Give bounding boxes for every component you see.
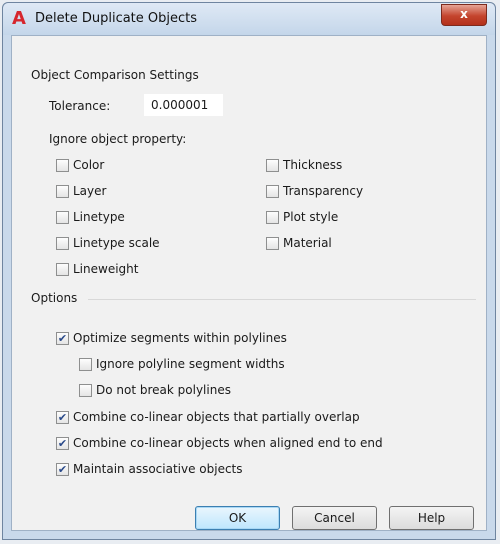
combine-partially-overlap-checkbox[interactable]: ✔: [56, 411, 69, 424]
dialog-body: Object Comparison Settings Tolerance: 0.…: [11, 35, 487, 531]
layer-label: Layer: [73, 184, 107, 198]
optimize-segments-label: Optimize segments within polylines: [73, 331, 287, 345]
ok-button[interactable]: OK: [195, 506, 280, 530]
ignore-segment-widths-label: Ignore polyline segment widths: [96, 357, 285, 371]
plot-style-checkbox[interactable]: [266, 211, 279, 224]
do-not-break-polylines-label: Do not break polylines: [96, 383, 231, 397]
maintain-associative-label: Maintain associative objects: [73, 462, 243, 476]
material-label: Material: [283, 236, 332, 250]
do-not-break-polylines-checkbox[interactable]: [79, 384, 92, 397]
options-group-label: Options: [31, 291, 78, 305]
comparison-group-label: Object Comparison Settings: [31, 68, 199, 82]
autocad-logo-icon: A: [12, 8, 26, 29]
thickness-label: Thickness: [283, 158, 343, 172]
maintain-associative-checkbox[interactable]: ✔: [56, 463, 69, 476]
color-label: Color: [73, 158, 105, 172]
cancel-button[interactable]: Cancel: [292, 506, 377, 530]
tolerance-input[interactable]: 0.000001: [144, 94, 223, 116]
material-checkbox[interactable]: [266, 237, 279, 250]
dialog-title: Delete Duplicate Objects: [35, 11, 198, 26]
linetype-scale-label: Linetype scale: [73, 236, 160, 250]
combine-end-to-end-checkbox[interactable]: ✔: [56, 437, 69, 450]
options-separator: [88, 299, 476, 300]
linetype-scale-checkbox[interactable]: [56, 237, 69, 250]
thickness-checkbox[interactable]: [266, 159, 279, 172]
tolerance-label: Tolerance:: [49, 99, 111, 113]
linetype-checkbox[interactable]: [56, 211, 69, 224]
transparency-checkbox[interactable]: [266, 185, 279, 198]
combine-end-to-end-label: Combine co-linear objects when aligned e…: [73, 436, 383, 450]
linetype-label: Linetype: [73, 210, 125, 224]
help-button[interactable]: Help: [389, 506, 474, 530]
color-checkbox[interactable]: [56, 159, 69, 172]
layer-checkbox[interactable]: [56, 185, 69, 198]
lineweight-label: Lineweight: [73, 262, 139, 276]
ignore-property-label: Ignore object property:: [49, 132, 187, 146]
lineweight-checkbox[interactable]: [56, 263, 69, 276]
dialog-window: A Delete Duplicate Objects x Object Comp…: [2, 2, 496, 540]
title-bar[interactable]: A Delete Duplicate Objects x: [3, 3, 495, 35]
close-button[interactable]: x: [441, 4, 487, 26]
ignore-segment-widths-checkbox[interactable]: [79, 358, 92, 371]
combine-partially-overlap-label: Combine co-linear objects that partially…: [73, 410, 360, 424]
plot-style-label: Plot style: [283, 210, 339, 224]
optimize-segments-checkbox[interactable]: ✔: [56, 332, 69, 345]
transparency-label: Transparency: [283, 184, 364, 198]
